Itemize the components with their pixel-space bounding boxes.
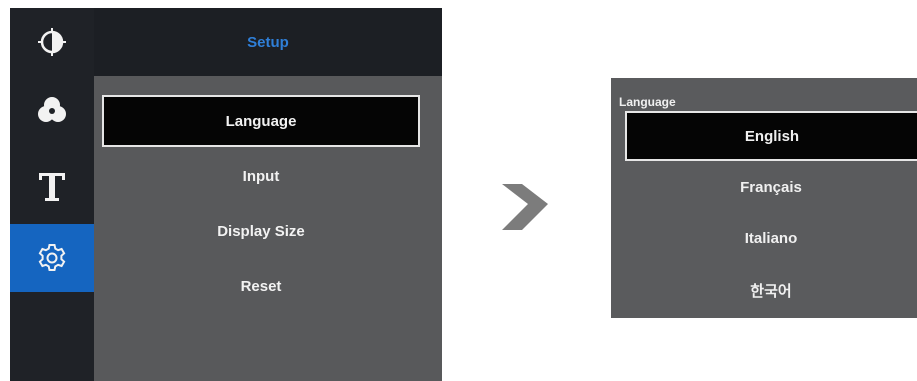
osd-header: Setup	[94, 8, 442, 76]
menu-item-display-size[interactable]: Display Size	[102, 205, 420, 257]
menu-item-label: Reset	[240, 277, 282, 295]
sidebar-item-text[interactable]	[10, 153, 94, 221]
language-option-label: 한국어	[750, 282, 792, 300]
brightness-contrast-icon	[38, 28, 66, 56]
sidebar-item-picture[interactable]	[10, 8, 94, 76]
color-icon	[38, 97, 66, 122]
sidebar-item-color[interactable]	[10, 76, 94, 144]
language-option-english[interactable]: English	[625, 111, 917, 161]
language-menu-title: Language	[619, 95, 676, 109]
menu-item-label: Display Size	[217, 222, 305, 240]
language-option-label: English	[744, 127, 800, 145]
language-option-francais[interactable]: Français	[625, 162, 917, 212]
language-option-label: Italiano	[744, 229, 798, 247]
menu-item-reset[interactable]: Reset	[102, 260, 420, 312]
page-title: Setup	[247, 33, 289, 51]
menu-item-label: Input	[242, 167, 280, 185]
right-arrow-icon	[502, 184, 548, 230]
language-option-label: Français	[740, 178, 802, 196]
menu-item-label: Language	[225, 112, 297, 130]
language-option-korean[interactable]: 한국어	[625, 265, 917, 315]
menu-item-language[interactable]: Language	[102, 95, 420, 147]
settings-gear-icon	[38, 244, 66, 271]
osd-sidebar	[10, 8, 94, 381]
text-icon	[39, 173, 65, 201]
language-osd-panel: Language English Français Italiano 한국어	[611, 78, 917, 318]
menu-item-input[interactable]: Input	[102, 150, 420, 202]
sidebar-item-setup[interactable]	[10, 224, 94, 292]
language-option-italiano[interactable]: Italiano	[625, 213, 917, 263]
